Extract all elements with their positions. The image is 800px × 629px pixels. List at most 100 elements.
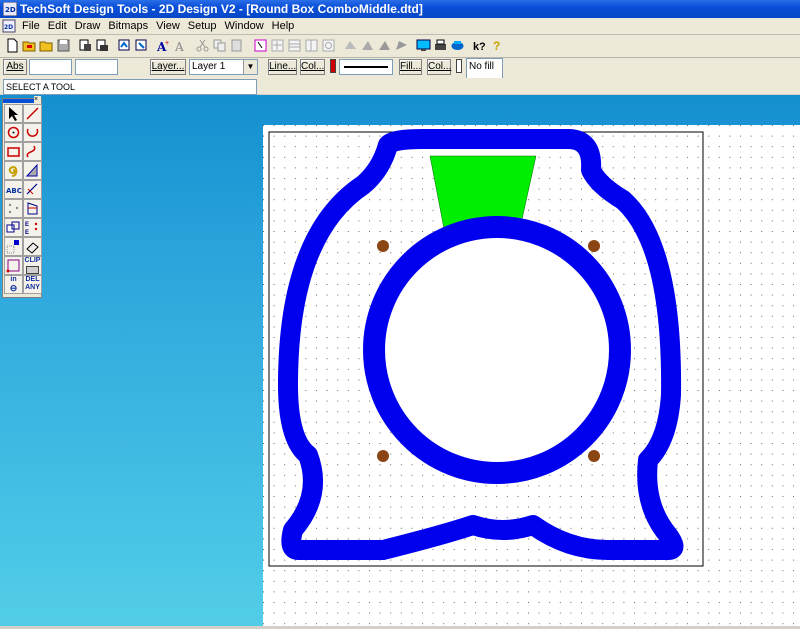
fill-color-button[interactable]: Col... bbox=[427, 59, 451, 75]
chevron-down-icon[interactable]: ▼ bbox=[243, 60, 257, 74]
clip-button[interactable]: CLIP bbox=[23, 256, 42, 275]
line-color-button[interactable]: Col... bbox=[300, 59, 325, 75]
array-icon[interactable] bbox=[320, 37, 337, 54]
menu-help[interactable]: Help bbox=[268, 18, 299, 34]
svg-text:?: ? bbox=[479, 41, 486, 53]
line-button[interactable]: Line... bbox=[268, 59, 297, 75]
menu-setup[interactable]: Setup bbox=[184, 18, 221, 34]
circle-icon[interactable] bbox=[4, 123, 23, 142]
window-title: TechSoft Design Tools - 2D Design V2 - [… bbox=[20, 2, 423, 16]
curve-icon[interactable] bbox=[23, 142, 42, 161]
layer-front-icon[interactable] bbox=[376, 37, 393, 54]
app-icon[interactable]: 2D bbox=[3, 2, 17, 16]
menu-draw[interactable]: Draw bbox=[71, 18, 105, 34]
grid-icon[interactable]: EE bbox=[23, 218, 42, 237]
drawing-sheet[interactable] bbox=[263, 125, 800, 626]
palette-titlebar[interactable]: × bbox=[3, 96, 41, 103]
hole-bottom-left bbox=[377, 450, 389, 462]
plotter-icon[interactable] bbox=[449, 37, 466, 54]
coord-y-field[interactable] bbox=[75, 59, 118, 75]
svg-text:?: ? bbox=[493, 39, 500, 53]
open-file-icon[interactable] bbox=[21, 37, 38, 54]
spiral-icon[interactable] bbox=[4, 161, 23, 180]
layers-icon[interactable] bbox=[269, 37, 286, 54]
ungroup-icon[interactable] bbox=[303, 37, 320, 54]
hatch-icon[interactable] bbox=[23, 161, 42, 180]
new-file-icon[interactable] bbox=[4, 37, 21, 54]
eraser-icon[interactable] bbox=[23, 237, 42, 256]
import-icon[interactable] bbox=[116, 37, 133, 54]
select-layer-icon[interactable] bbox=[252, 37, 269, 54]
display-icon[interactable] bbox=[415, 37, 432, 54]
properties-bar: Abs Layer... Layer 1 ▼ Line... Col... Fi… bbox=[0, 58, 800, 92]
printer-icon[interactable] bbox=[432, 37, 449, 54]
palette-close-icon[interactable]: × bbox=[34, 96, 41, 103]
point-icon[interactable] bbox=[4, 256, 23, 275]
hole-top-left bbox=[377, 240, 389, 252]
inch-button[interactable]: in ⊖ bbox=[4, 275, 23, 294]
clip-icon bbox=[26, 266, 39, 274]
dots-icon[interactable] bbox=[4, 199, 23, 218]
svg-text:A: A bbox=[174, 40, 184, 53]
abs-button[interactable]: Abs bbox=[3, 59, 27, 75]
export-icon[interactable] bbox=[133, 37, 150, 54]
any-label: ANY bbox=[25, 284, 40, 291]
coord-x-field[interactable] bbox=[29, 59, 72, 75]
whats-this-icon[interactable]: ? bbox=[488, 37, 505, 54]
layer-down-icon[interactable] bbox=[359, 37, 376, 54]
svg-text:E: E bbox=[25, 222, 29, 228]
line-color-swatch bbox=[330, 59, 336, 73]
layer-select-value: Layer 1 bbox=[192, 61, 226, 72]
print-preview-icon[interactable] bbox=[77, 37, 94, 54]
fill-color-swatch bbox=[456, 59, 462, 73]
open-folder-icon[interactable] bbox=[38, 37, 55, 54]
menu-file[interactable]: File bbox=[18, 18, 44, 34]
fill-button[interactable]: Fill... bbox=[399, 59, 422, 75]
layer-up-icon[interactable] bbox=[342, 37, 359, 54]
layer-button[interactable]: Layer... bbox=[150, 59, 186, 75]
arc-icon[interactable] bbox=[23, 123, 42, 142]
line-style-preview[interactable] bbox=[339, 59, 393, 75]
svg-text:+: + bbox=[165, 40, 169, 47]
main-toolbar: A + A k? ? bbox=[0, 35, 800, 58]
prompt-row: SELECT A TOOL bbox=[0, 78, 800, 95]
help-icon[interactable]: k? bbox=[471, 37, 488, 54]
menu-view[interactable]: View bbox=[152, 18, 184, 34]
delete-any-button[interactable]: DEL ANY bbox=[23, 275, 42, 294]
dimension-icon[interactable] bbox=[23, 180, 42, 199]
title-bar: 2D TechSoft Design Tools - 2D Design V2 … bbox=[0, 0, 800, 18]
paste-icon[interactable] bbox=[228, 37, 245, 54]
svg-text:2D: 2D bbox=[5, 6, 16, 14]
node-icon[interactable] bbox=[4, 237, 23, 256]
menu-edit[interactable]: Edit bbox=[44, 18, 71, 34]
layer-back-icon[interactable] bbox=[393, 37, 410, 54]
del-label: DEL bbox=[25, 276, 40, 283]
text-edit-icon[interactable]: A bbox=[172, 37, 189, 54]
menu-window[interactable]: Window bbox=[221, 18, 268, 34]
cut-icon[interactable] bbox=[194, 37, 211, 54]
line-icon[interactable] bbox=[23, 104, 42, 123]
copy-shape-icon[interactable] bbox=[4, 218, 23, 237]
copy-icon[interactable] bbox=[211, 37, 228, 54]
print-icon[interactable] bbox=[94, 37, 111, 54]
document-icon[interactable]: 2D bbox=[2, 19, 16, 33]
svg-text:ABC: ABC bbox=[6, 187, 22, 195]
menu-bar: 2D File Edit Draw Bitmaps View Setup Win… bbox=[0, 18, 800, 35]
hole-bottom-right bbox=[588, 450, 600, 462]
menu-bitmaps[interactable]: Bitmaps bbox=[104, 18, 152, 34]
text-insert-icon[interactable]: A + bbox=[155, 37, 172, 54]
select-arrow-icon[interactable] bbox=[4, 104, 23, 123]
text-icon[interactable]: ABC bbox=[4, 180, 23, 199]
group-icon[interactable] bbox=[286, 37, 303, 54]
clip-label: CLIP bbox=[24, 257, 41, 264]
svg-text:E: E bbox=[25, 230, 29, 236]
tool-palette: × ABC EE CLIP in ⊖ DEL ANY bbox=[2, 96, 42, 298]
rectangle-icon[interactable] bbox=[4, 142, 23, 161]
chain-icon: ⊖ bbox=[9, 283, 18, 293]
layer-select[interactable]: Layer 1 ▼ bbox=[189, 59, 258, 75]
drawing-canvas[interactable] bbox=[263, 125, 800, 626]
hole-top-right bbox=[588, 240, 600, 252]
mirror-icon[interactable] bbox=[23, 199, 42, 218]
save-icon[interactable] bbox=[55, 37, 72, 54]
fill-value: No fill bbox=[469, 61, 495, 72]
